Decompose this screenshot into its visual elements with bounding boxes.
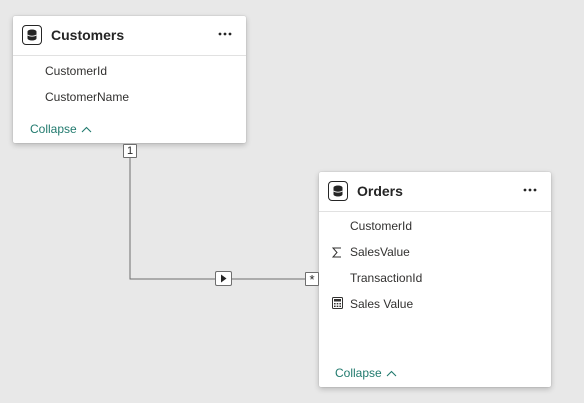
ellipsis-icon	[218, 32, 232, 36]
chevron-up-icon	[386, 370, 397, 376]
card-header: Customers	[13, 16, 246, 56]
more-options-button[interactable]	[521, 181, 539, 199]
table-title: Customers	[51, 27, 125, 43]
sigma-icon	[331, 246, 343, 258]
cross-filter-direction-button[interactable]	[215, 271, 232, 286]
field-sales-value-measure[interactable]: Sales Value	[350, 297, 413, 311]
more-options-button[interactable]	[216, 25, 234, 43]
collapse-label: Collapse	[335, 366, 382, 380]
field-salesvalue-column[interactable]: SalesValue	[350, 245, 410, 259]
field-customerid[interactable]: CustomerId	[350, 219, 412, 233]
orders-table-card[interactable]: Orders CustomerId SalesValue Transaction…	[319, 172, 551, 387]
customers-table-card[interactable]: Customers CustomerId CustomerName Collap…	[13, 16, 246, 143]
database-icon	[328, 181, 348, 201]
table-title: Orders	[357, 183, 403, 199]
card-header: Orders	[319, 172, 551, 212]
model-canvas[interactable]: Customers CustomerId CustomerName Collap…	[0, 0, 584, 403]
cardinality-many-label: *	[305, 272, 319, 287]
chevron-up-icon	[81, 126, 92, 132]
field-transactionid[interactable]: TransactionId	[350, 271, 422, 285]
cardinality-one-label: 1	[123, 144, 137, 158]
collapse-label: Collapse	[30, 122, 77, 136]
play-icon	[221, 274, 227, 283]
collapse-button[interactable]: Collapse	[30, 122, 92, 136]
field-customername[interactable]: CustomerName	[45, 90, 129, 104]
database-icon	[22, 25, 42, 45]
calculator-icon	[331, 297, 343, 309]
ellipsis-icon	[523, 188, 537, 192]
field-customerid[interactable]: CustomerId	[45, 64, 107, 78]
collapse-button[interactable]: Collapse	[335, 366, 397, 380]
